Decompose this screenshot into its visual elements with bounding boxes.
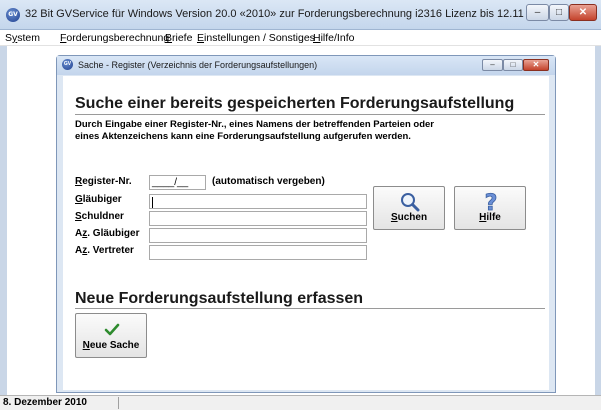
search-heading: Suche einer bereits gespeicherten Forder… <box>75 95 515 112</box>
app-logo-icon: GV <box>6 8 20 22</box>
new-heading: Neue Forderungsaufstellung erfassen <box>75 290 364 307</box>
register-nr-label: Register-Nr. <box>75 176 132 187</box>
az-glaeubiger-label: Az. Gläubiger <box>75 228 140 239</box>
magnifier-icon <box>401 193 420 212</box>
glaeubiger-label: Gläubiger <box>75 194 122 205</box>
search-button[interactable]: Suchen <box>373 186 445 230</box>
menu-hilfe-info[interactable]: Hilfe/Info <box>313 32 354 44</box>
window-logo-icon: GV <box>62 59 73 70</box>
glaeubiger-field[interactable] <box>149 194 367 209</box>
help-button[interactable]: ? Hilfe <box>454 186 526 230</box>
heading-divider <box>75 114 545 115</box>
register-window-titlebar[interactable]: GV Sache - Register (Verzeichnis der For… <box>57 56 555 75</box>
register-nr-note: (automatisch vergeben) <box>212 176 325 187</box>
status-date: 8. Dezember 2010 <box>3 397 87 408</box>
menu-briefe[interactable]: Briefe <box>165 32 192 44</box>
register-content: Suche einer bereits gespeicherten Forder… <box>63 76 549 390</box>
new-heading-divider <box>75 308 545 309</box>
az-vertreter-field[interactable] <box>149 245 367 260</box>
window-maximize-button[interactable]: □ <box>503 59 523 71</box>
register-window-title: Sache - Register (Verzeichnis der Forder… <box>78 60 318 70</box>
app-titlebar[interactable]: GV 32 Bit GVService für Windows Version … <box>0 0 601 30</box>
help-button-label: Hilfe <box>479 212 501 223</box>
checkmark-icon <box>104 323 120 336</box>
az-vertreter-label: Az. Vertreter <box>75 245 134 256</box>
svg-text:?: ? <box>485 191 498 213</box>
app-title: 32 Bit GVService für Windows Version 20.… <box>25 8 524 20</box>
menu-forderungsberechnung[interactable]: Forderungsberechnung <box>60 32 169 44</box>
register-nr-field[interactable]: ____/__ <box>149 175 206 190</box>
window-minimize-button[interactable]: – <box>482 59 503 71</box>
search-button-label: Suchen <box>390 212 428 223</box>
new-case-button-label: Neue Sache <box>82 340 140 351</box>
window-close-button[interactable]: ✕ <box>523 59 549 71</box>
az-glaeubiger-field[interactable] <box>149 228 367 243</box>
status-divider <box>118 397 119 409</box>
close-button[interactable]: ✕ <box>569 4 597 21</box>
status-bar: 8. Dezember 2010 <box>0 395 601 410</box>
register-window: GV Sache - Register (Verzeichnis der For… <box>56 55 556 393</box>
menu-bar: System Forderungsberechnung Briefe Einst… <box>0 30 601 46</box>
menu-einstellungen[interactable]: Einstellungen / Sonstiges <box>197 32 315 44</box>
search-description: Durch Eingabe einer Register-Nr., eines … <box>75 119 434 142</box>
question-mark-icon: ? <box>484 191 498 213</box>
menu-system[interactable]: System <box>5 32 40 44</box>
maximize-button[interactable]: □ <box>549 4 569 21</box>
minimize-button[interactable]: – <box>526 4 549 21</box>
schuldner-label: Schuldner <box>75 211 124 222</box>
text-caret <box>152 197 153 208</box>
schuldner-field[interactable] <box>149 211 367 226</box>
new-case-button[interactable]: Neue Sache <box>75 313 147 358</box>
